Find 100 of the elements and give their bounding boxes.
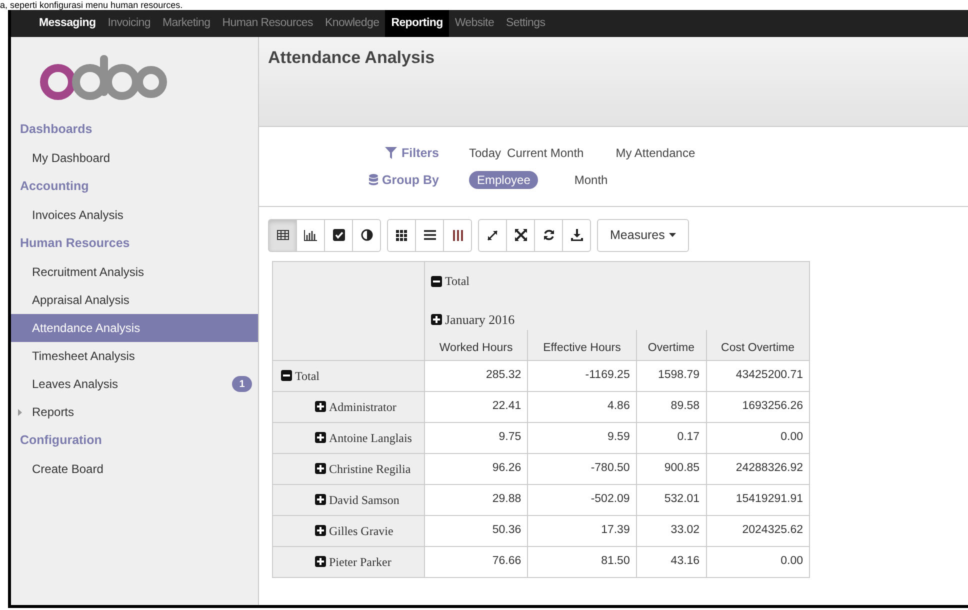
table-cell: 81.50 [528, 546, 636, 578]
sidebar-item[interactable]: My Dashboard [11, 144, 258, 172]
collapse-icon[interactable] [281, 370, 292, 382]
sidebar-item[interactable]: Leaves Analysis 1 [11, 370, 258, 398]
sidebar-item[interactable]: Recruitment Analysis [11, 258, 258, 286]
nav-link[interactable]: Messaging [33, 10, 102, 37]
sidebar-item-label: Attendance Analysis [32, 320, 140, 337]
refresh-icon [542, 229, 554, 241]
expand-icon[interactable] [315, 525, 326, 536]
table-cell: 24288326.92 [706, 453, 810, 484]
table-cell: -502.09 [528, 484, 636, 516]
row-header: Administrator [329, 398, 396, 416]
table-cell: 43425200.71 [706, 360, 810, 392]
nav-link[interactable]: Website [448, 10, 500, 37]
collapse-icon[interactable] [431, 276, 442, 286]
filter-option[interactable]: Today [469, 144, 502, 162]
table-cell: 1693256.26 [706, 391, 810, 422]
table-cell: 0.17 [636, 422, 706, 454]
caret-icon [668, 233, 676, 237]
table-cell: 17.39 [528, 515, 636, 546]
sidebar-item-label: My Dashboard [32, 150, 110, 167]
expand-icon[interactable] [315, 432, 326, 444]
group-by-option[interactable]: Month [574, 170, 608, 189]
column-header: Total [445, 273, 470, 290]
nav-link[interactable]: Reporting [385, 10, 449, 37]
sidebar-item-label: Recruitment Analysis [32, 264, 144, 281]
checkbox-icon [332, 229, 344, 241]
column-header: Cost Overtime [706, 330, 810, 360]
table-cell: 0.00 [706, 422, 810, 454]
expand-icon[interactable] [315, 463, 326, 474]
expand-icon[interactable] [431, 314, 442, 326]
expand-icon[interactable] [315, 401, 326, 412]
toolbar-button[interactable] [352, 218, 381, 252]
table-cell: 9.59 [528, 422, 636, 454]
row-header: Pieter Parker [329, 554, 392, 571]
table-cell: 43.16 [636, 546, 706, 578]
sidebar-item-label: Create Board [32, 461, 104, 478]
caption-text: a, seperti konfigurasi menu human resources. [0, 0, 183, 10]
toolbar-button[interactable] [443, 218, 472, 252]
measures-dropdown[interactable]: Measures [597, 218, 689, 252]
expand-icon[interactable] [315, 494, 326, 506]
filter-icon [385, 147, 398, 160]
filter-option[interactable]: My Attendance [616, 144, 696, 162]
table-cell: 0.00 [706, 546, 810, 578]
table-cell: 285.32 [424, 360, 528, 392]
group-by-option[interactable]: Employee [469, 170, 538, 189]
expand-arrows-icon [487, 230, 498, 240]
sidebar-section-title: Accounting [19, 178, 90, 196]
sidebar-section-title: Configuration [19, 432, 103, 450]
grid-icon [396, 230, 408, 240]
sidebar-item-label: Appraisal Analysis [32, 292, 130, 309]
sidebar-item[interactable]: Invoices Analysis [11, 201, 258, 229]
table-cell: -1169.25 [528, 360, 636, 392]
table-cell: 15419291.91 [706, 484, 810, 516]
table-cell: 1598.79 [636, 360, 706, 392]
table-cell: 50.36 [424, 515, 528, 546]
filter-option[interactable]: Current Month [507, 144, 584, 162]
page-title: Attendance Analysis [268, 48, 435, 67]
table-cell: 22.41 [424, 391, 528, 422]
table-icon [276, 230, 288, 240]
toolbar-button[interactable] [268, 218, 297, 252]
sidebar-item[interactable]: Appraisal Analysis [11, 286, 258, 314]
toolbar-button[interactable] [324, 218, 353, 252]
table-cell: 96.26 [424, 453, 528, 484]
bar-chart-icon [304, 230, 317, 240]
compress-arrows-icon [514, 229, 526, 241]
sidebar-section-title: Dashboards [19, 121, 94, 138]
toolbar-button[interactable] [534, 218, 563, 252]
rows-icon [424, 230, 436, 240]
nav-link[interactable]: Knowledge [318, 10, 386, 37]
column-header: January 2016 [445, 311, 515, 329]
nav-link[interactable]: Human Resources [216, 10, 319, 37]
table-cell: 29.88 [424, 484, 528, 516]
sidebar-item[interactable]: Timesheet Analysis [11, 342, 258, 370]
table-cell: 9.75 [424, 422, 528, 454]
table-cell: 33.02 [636, 515, 706, 546]
sidebar-item[interactable]: Attendance Analysis [11, 314, 258, 342]
sidebar-item-label: Reports [32, 404, 74, 421]
nav-link[interactable]: Invoicing [102, 10, 156, 37]
sidebar-item-label: Leaves Analysis [32, 376, 118, 393]
column-header: Worked Hours [424, 330, 528, 360]
group-by-label[interactable]: Group By [349, 170, 439, 190]
toolbar-button[interactable] [562, 218, 591, 252]
filters-label[interactable]: Filters [349, 144, 439, 162]
row-header: Total [295, 368, 320, 385]
toolbar-button[interactable] [387, 218, 416, 252]
count-badge: 1 [232, 376, 252, 392]
expand-icon[interactable] [315, 556, 326, 568]
toolbar-button[interactable] [415, 218, 444, 252]
columns-icon [452, 230, 462, 240]
toolbar-button[interactable] [478, 218, 507, 252]
table-cell: 76.66 [424, 546, 528, 578]
row-header: Antoine Langlais [329, 430, 412, 447]
nav-link[interactable]: Settings [500, 10, 552, 37]
sidebar-item[interactable]: Reports [11, 398, 258, 426]
sidebar-item[interactable]: Create Board [11, 455, 258, 483]
table-cell: -780.50 [528, 453, 636, 484]
toolbar-button[interactable] [296, 218, 325, 252]
toolbar-button[interactable] [506, 218, 535, 252]
nav-link[interactable]: Marketing [156, 10, 216, 37]
